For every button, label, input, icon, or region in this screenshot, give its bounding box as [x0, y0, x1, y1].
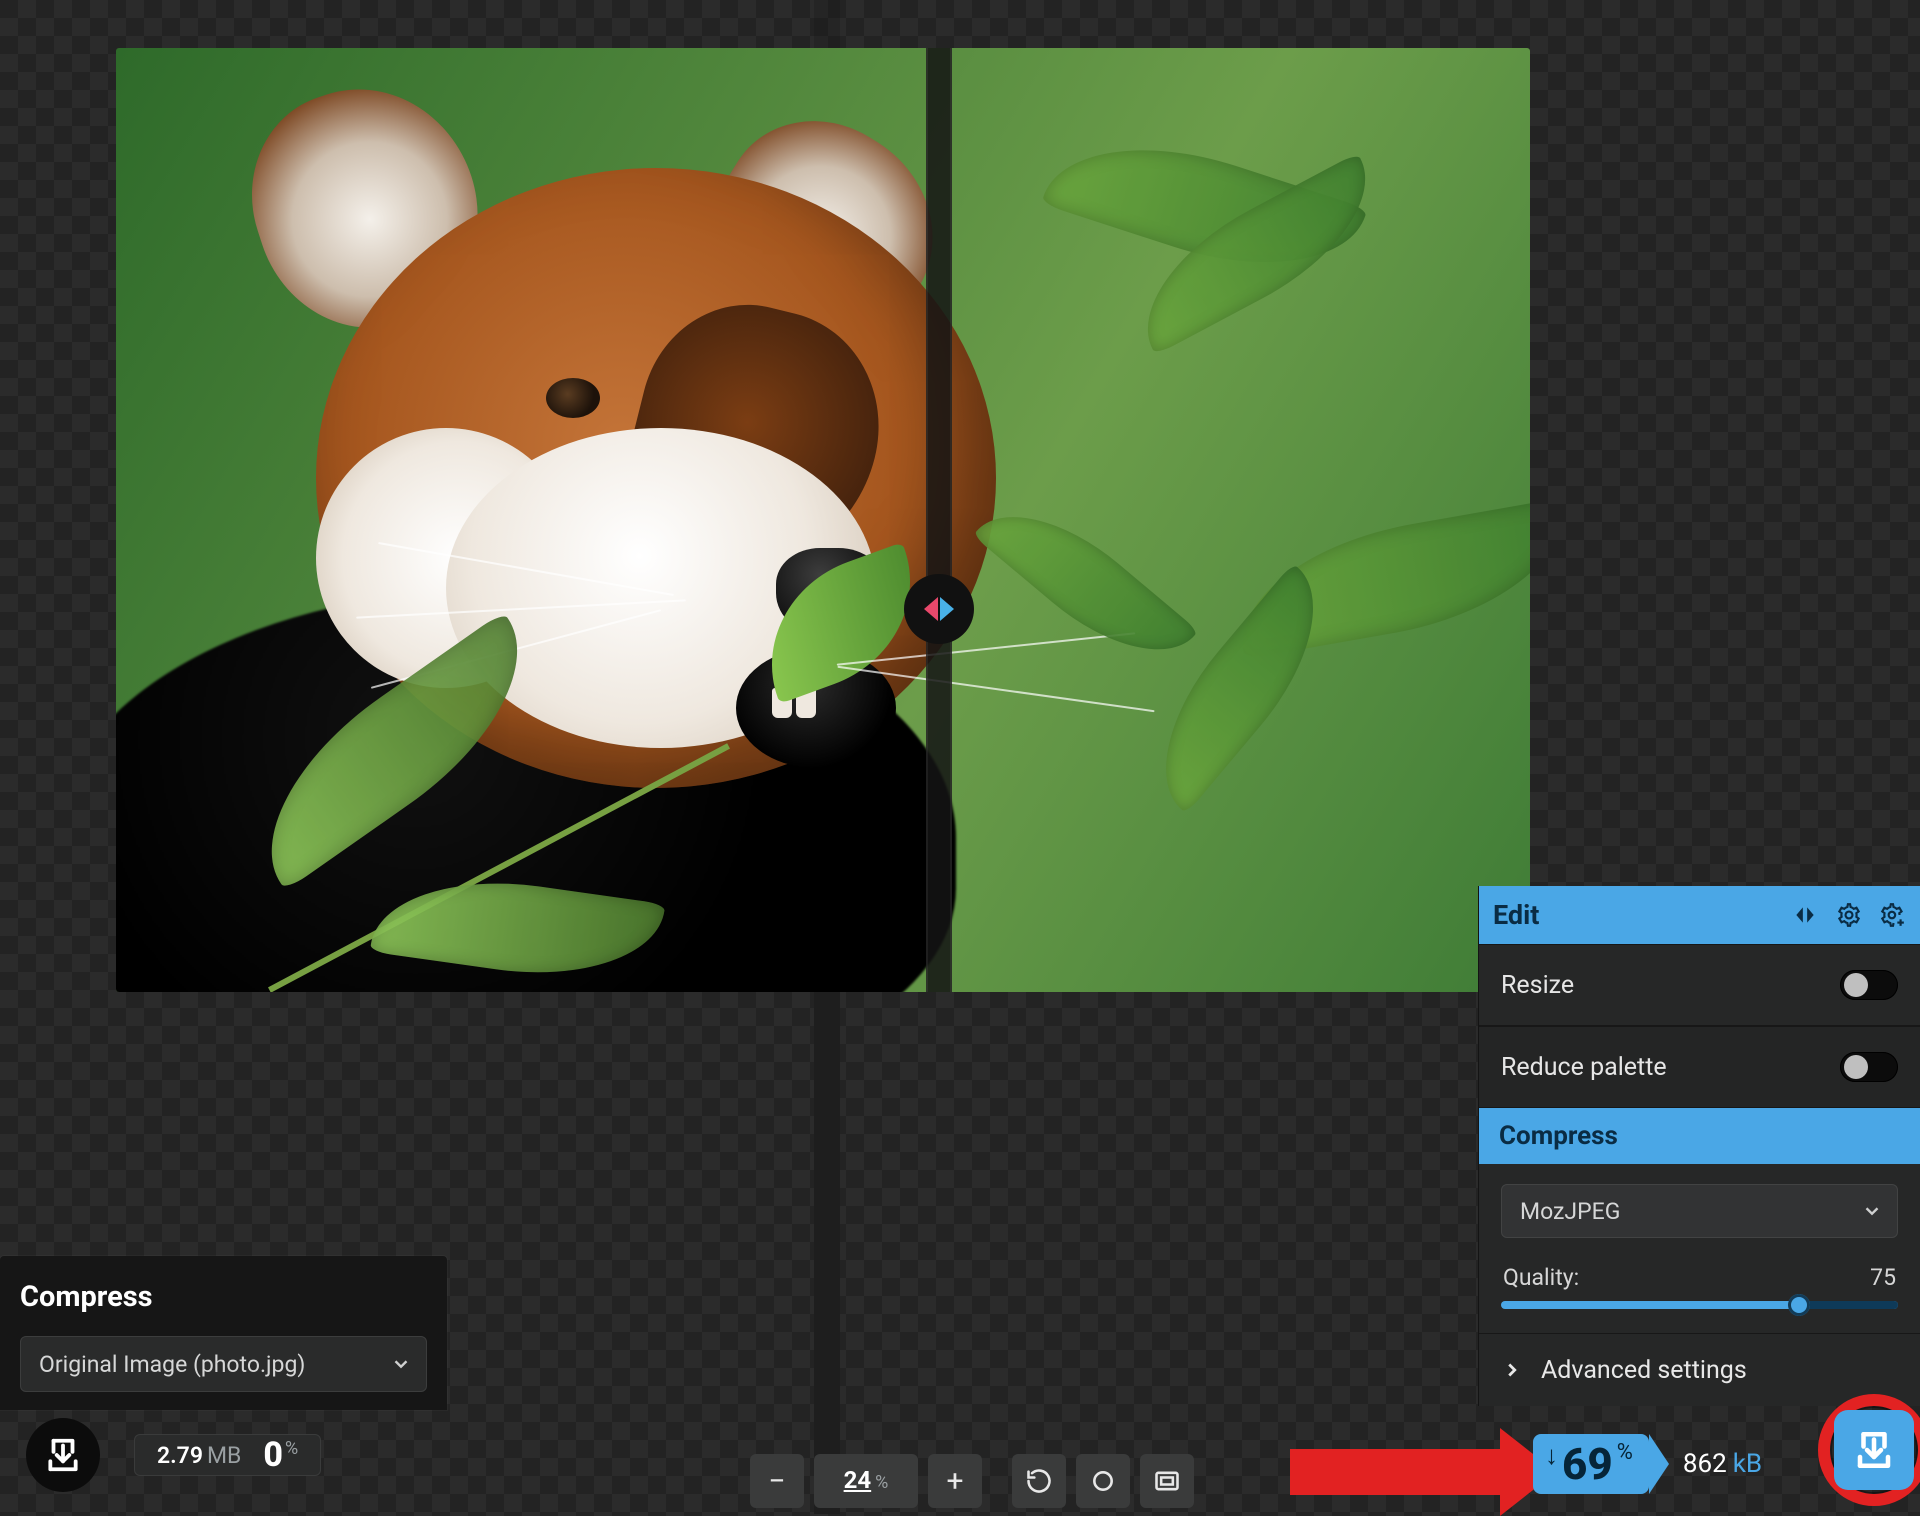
quality-slider[interactable] — [1501, 1301, 1898, 1309]
triangle-right-icon — [940, 597, 954, 621]
rotate-icon — [1025, 1467, 1053, 1495]
plus-icon: + — [946, 1464, 963, 1499]
original-change-unit: % — [285, 1438, 298, 1459]
savings-unit: % — [1617, 1440, 1633, 1465]
annotation-arrow — [1290, 1428, 1556, 1516]
original-stats: 2.79MB 0% — [134, 1434, 321, 1476]
zoom-value: 24 — [844, 1466, 872, 1494]
edit-title: Edit — [1493, 899, 1539, 931]
left-section-title: Compress — [20, 1280, 427, 1314]
download-icon — [1853, 1429, 1895, 1471]
result-stats: ↓ 69 % 862kB — [1533, 1434, 1762, 1494]
result-size-unit: kB — [1733, 1449, 1762, 1479]
zoom-in-button[interactable]: + — [928, 1454, 982, 1508]
chevron-down-icon — [1861, 1200, 1883, 1222]
source-select[interactable]: Original Image (photo.jpg) — [20, 1336, 427, 1392]
compress-body: MozJPEG Quality: 75 — [1479, 1164, 1920, 1334]
triangle-left-icon — [924, 597, 938, 621]
resize-label: Resize — [1501, 971, 1574, 1000]
compress-section-header: Compress — [1479, 1108, 1920, 1164]
result-size-value: 862 — [1683, 1449, 1727, 1479]
fit-screen-icon — [1153, 1467, 1181, 1495]
reduce-palette-row: Reduce palette — [1479, 1026, 1920, 1108]
codec-select[interactable]: MozJPEG — [1501, 1184, 1898, 1238]
edit-header: Edit — [1479, 886, 1920, 944]
copy-settings-button[interactable] — [1836, 902, 1862, 928]
resize-row: Resize — [1479, 944, 1920, 1026]
zoom-input[interactable]: 24 % — [814, 1454, 918, 1508]
compare-icon — [1792, 902, 1818, 928]
original-size-unit: MB — [207, 1442, 241, 1469]
zoom-unit: % — [875, 1472, 888, 1493]
left-compress-panel: Compress Original Image (photo.jpg) — [0, 1256, 447, 1410]
quality-label: Quality: — [1503, 1264, 1579, 1291]
compress-section-title: Compress — [1499, 1121, 1618, 1151]
zoom-toolbar: − 24 % + — [750, 1454, 1194, 1508]
download-original-button[interactable] — [26, 1418, 100, 1492]
import-settings-button[interactable] — [1880, 902, 1906, 928]
panda-eye — [546, 378, 600, 418]
gear-icon — [1836, 902, 1862, 928]
download-icon — [44, 1436, 82, 1474]
zoom-out-button[interactable]: − — [750, 1454, 804, 1508]
gear-plus-icon — [1880, 902, 1906, 928]
resize-toggle[interactable] — [1840, 970, 1898, 1000]
background-toggle-button[interactable] — [1076, 1454, 1130, 1508]
codec-value: MozJPEG — [1520, 1198, 1620, 1225]
source-select-value: Original Image (photo.jpg) — [39, 1351, 305, 1378]
down-arrow-icon: ↓ — [1545, 1440, 1558, 1471]
minus-icon: − — [768, 1464, 785, 1499]
advanced-settings-label: Advanced settings — [1541, 1356, 1747, 1385]
savings-badge: ↓ 69 % — [1533, 1434, 1649, 1494]
quality-row: Quality: 75 — [1503, 1264, 1896, 1291]
chevron-down-icon — [390, 1353, 412, 1375]
edit-sidebar: Edit Resize Reduce palette Compress MozJ… — [1478, 886, 1920, 1406]
compare-toggle-button[interactable] — [1792, 902, 1818, 928]
compare-divider[interactable] — [926, 48, 952, 992]
slider-thumb[interactable] — [1788, 1294, 1810, 1316]
chevron-right-icon — [1501, 1359, 1523, 1381]
circle-icon — [1090, 1468, 1116, 1494]
original-change-value: 0 — [263, 1438, 283, 1472]
image-compare-preview[interactable] — [116, 48, 1530, 992]
fit-screen-button[interactable] — [1140, 1454, 1194, 1508]
advanced-settings-toggle[interactable]: Advanced settings — [1479, 1334, 1920, 1406]
rotate-button[interactable] — [1012, 1454, 1066, 1508]
quality-value: 75 — [1870, 1264, 1896, 1291]
reduce-palette-label: Reduce palette — [1501, 1053, 1667, 1082]
reduce-palette-toggle[interactable] — [1840, 1052, 1898, 1082]
compare-handle[interactable] — [904, 574, 974, 644]
bamboo-leaf — [973, 480, 1199, 686]
original-size-value: 2.79 — [157, 1442, 203, 1469]
download-result-button[interactable] — [1834, 1410, 1914, 1490]
savings-value: 69 — [1562, 1442, 1613, 1486]
